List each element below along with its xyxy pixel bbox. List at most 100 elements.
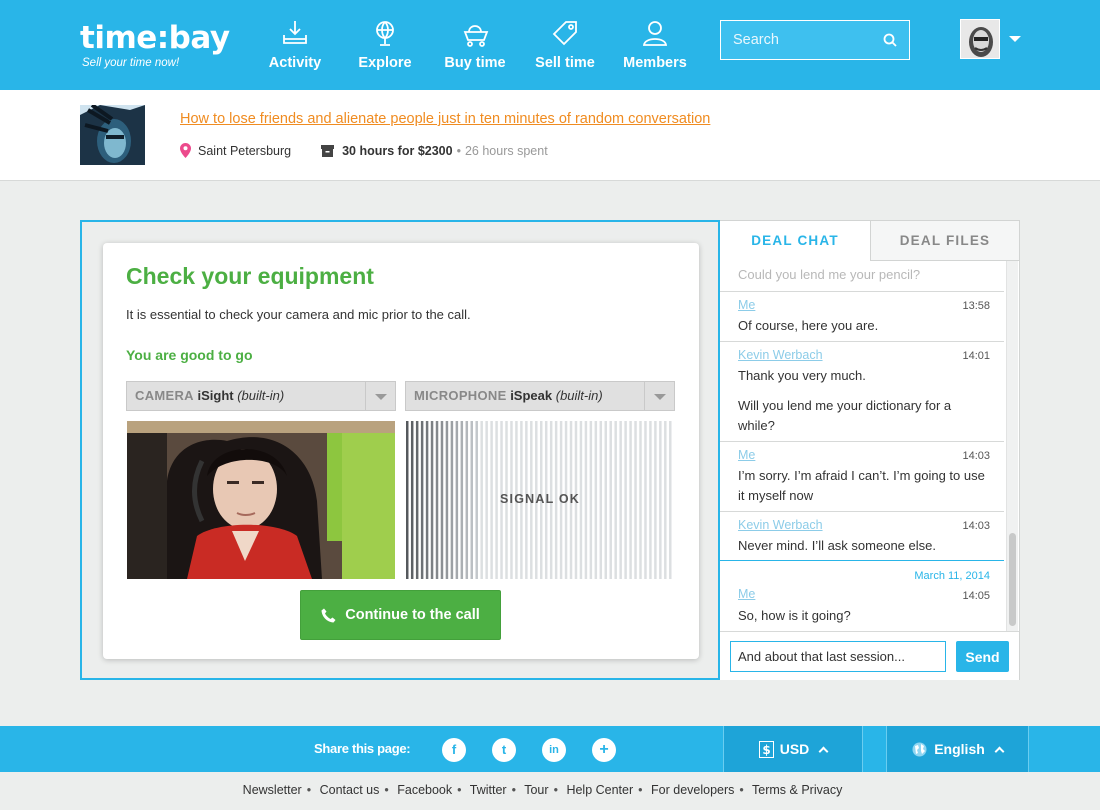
- nav-label: Members: [623, 55, 687, 71]
- chat-message: March 11, 2014 Me 14:05 So, how is it go…: [720, 561, 1004, 631]
- camera-note: (built-in): [237, 388, 285, 403]
- brand-logo[interactable]: time:bay Sell your time now!: [80, 20, 230, 69]
- footer-link-tour[interactable]: Tour: [524, 783, 548, 797]
- footer-link-contact[interactable]: Contact us: [320, 783, 380, 797]
- deal-title-link[interactable]: How to lose friends and alienate people …: [180, 111, 710, 127]
- chevron-up-icon: [994, 746, 1005, 756]
- chevron-down-icon[interactable]: [1009, 36, 1021, 42]
- avatar-image: [961, 20, 999, 58]
- tab-deal-chat[interactable]: DEAL CHAT: [720, 221, 870, 261]
- message-author[interactable]: Kevin Werbach: [738, 518, 823, 532]
- chevron-up-icon: [818, 746, 829, 756]
- message-time: 14:01: [962, 350, 990, 362]
- camera-device: iSight: [197, 388, 234, 403]
- meta-separator: •: [456, 143, 461, 158]
- globe-icon: [912, 742, 927, 756]
- message-time: 14:03: [962, 520, 990, 532]
- search-icon[interactable]: [883, 33, 897, 47]
- language-selector[interactable]: English: [886, 726, 1029, 772]
- nav-explore[interactable]: Explore: [340, 18, 430, 71]
- main-nav: Activity Explore Buy time Sell time Memb…: [250, 18, 700, 71]
- microphone-note: (built-in): [555, 388, 603, 403]
- google-plus-icon[interactable]: +: [592, 738, 616, 762]
- deal-meta: Saint Petersburg 30 hours for $2300 • 26…: [180, 143, 548, 158]
- footer-link-developers[interactable]: For developers: [651, 783, 734, 797]
- footer-link-help-center[interactable]: Help Center: [566, 783, 633, 797]
- camera-preview: [127, 421, 395, 579]
- message-text: Never mind. I’ll ask someone else.: [738, 538, 936, 553]
- continue-label: Continue to the call: [345, 607, 480, 623]
- phone-icon: [321, 608, 336, 622]
- equipment-status: You are good to go: [126, 347, 253, 363]
- nav-sell-time[interactable]: Sell time: [520, 18, 610, 71]
- linkedin-icon[interactable]: in: [542, 738, 566, 762]
- message-text: So, how is it going?: [738, 608, 851, 623]
- chat-message: Me 13:58 Of course, here you are.: [720, 292, 1004, 342]
- scrollbar-thumb[interactable]: [1009, 533, 1016, 626]
- deal-spent: 26 hours spent: [464, 143, 548, 158]
- webcam-image: [127, 421, 395, 579]
- globe-icon: [376, 21, 394, 46]
- twitter-icon[interactable]: t: [492, 738, 516, 762]
- deal-workspace: Check your equipment It is essential to …: [80, 220, 720, 680]
- microphone-key: MICROPHONE: [414, 388, 507, 403]
- deal-chat-panel: DEAL CHAT DEAL FILES Could you lend me y…: [720, 220, 1020, 680]
- microphone-select[interactable]: MICROPHONE iSpeak (built-in): [405, 381, 675, 411]
- brand-tagline: Sell your time now!: [82, 57, 180, 69]
- nav-label: Explore: [358, 55, 412, 71]
- chat-message: Me 14:03 I’m sorry. I’m afraid I can’t. …: [720, 442, 1004, 512]
- search-input[interactable]: [721, 21, 871, 59]
- dollar-icon: $: [758, 740, 774, 758]
- footer-links: Newsletter • Contact us • Facebook • Twitte…: [242, 783, 843, 797]
- deal-thumbnail[interactable]: [80, 105, 145, 165]
- chat-message: Kevin Werbach 14:01 Thank you very much.…: [720, 342, 1004, 442]
- message-date: March 11, 2014: [914, 570, 990, 582]
- message-author[interactable]: Me: [738, 298, 755, 312]
- chat-scrollbar[interactable]: [1006, 261, 1018, 631]
- nav-activity[interactable]: Activity: [250, 18, 340, 71]
- tab-deal-files[interactable]: DEAL FILES: [870, 221, 1019, 261]
- chevron-down-icon: [365, 382, 395, 410]
- message-author[interactable]: Kevin Werbach: [738, 348, 823, 362]
- nav-members[interactable]: Members: [610, 18, 700, 71]
- message-text: I’m sorry. I’m afraid I can’t. I’m going…: [738, 468, 985, 503]
- footer-link-facebook[interactable]: Facebook: [397, 783, 452, 797]
- microphone-signal-meter: SIGNAL OK: [406, 421, 674, 579]
- footer-link-terms[interactable]: Terms & Privacy: [752, 783, 842, 797]
- nav-label: Buy time: [444, 55, 506, 71]
- chat-message: Could you lend me your pencil?: [720, 261, 1004, 292]
- chat-composer: Send: [720, 631, 1019, 680]
- language-label: English: [934, 741, 985, 757]
- chat-tabs: DEAL CHAT DEAL FILES: [720, 221, 1019, 261]
- microphone-device: iSpeak: [510, 388, 553, 403]
- share-label: Share this page:: [314, 741, 411, 756]
- message-time: 14:05: [962, 590, 990, 602]
- signal-status: SIGNAL OK: [499, 492, 581, 506]
- deal-hours: 30 hours for $2300: [342, 143, 453, 158]
- continue-to-call-button[interactable]: Continue to the call: [300, 590, 501, 640]
- currency-selector[interactable]: $ USD: [723, 726, 863, 772]
- chat-message: Kevin Werbach 14:03 Never mind. I’ll ask…: [720, 512, 1004, 561]
- top-header: time:bay Sell your time now! Activity Ex…: [0, 0, 1100, 90]
- send-button[interactable]: Send: [956, 641, 1009, 672]
- footer-link-newsletter[interactable]: Newsletter: [243, 783, 302, 797]
- message-text: Thank you very much.: [738, 368, 866, 383]
- chat-input[interactable]: [730, 641, 946, 672]
- camera-select[interactable]: CAMERA iSight (built-in): [126, 381, 396, 411]
- search-box: [720, 20, 910, 60]
- message-author[interactable]: Me: [738, 587, 755, 601]
- footer-link-twitter[interactable]: Twitter: [470, 783, 507, 797]
- cart-icon: [463, 25, 489, 47]
- facebook-icon[interactable]: f: [442, 738, 466, 762]
- nav-buy-time[interactable]: Buy time: [430, 18, 520, 71]
- message-author[interactable]: Me: [738, 448, 755, 462]
- archive-box-icon: [321, 144, 335, 157]
- nav-label: Sell time: [535, 55, 595, 71]
- deal-location: Saint Petersburg: [198, 143, 292, 158]
- message-time: 13:58: [962, 300, 990, 312]
- footer-bar: Share this page: f t in + $ USD English: [0, 726, 1100, 772]
- chevron-down-icon: [644, 382, 674, 410]
- user-avatar[interactable]: [960, 19, 1000, 59]
- deal-image: [80, 105, 145, 165]
- deal-header: How to lose friends and alienate people …: [0, 90, 1100, 181]
